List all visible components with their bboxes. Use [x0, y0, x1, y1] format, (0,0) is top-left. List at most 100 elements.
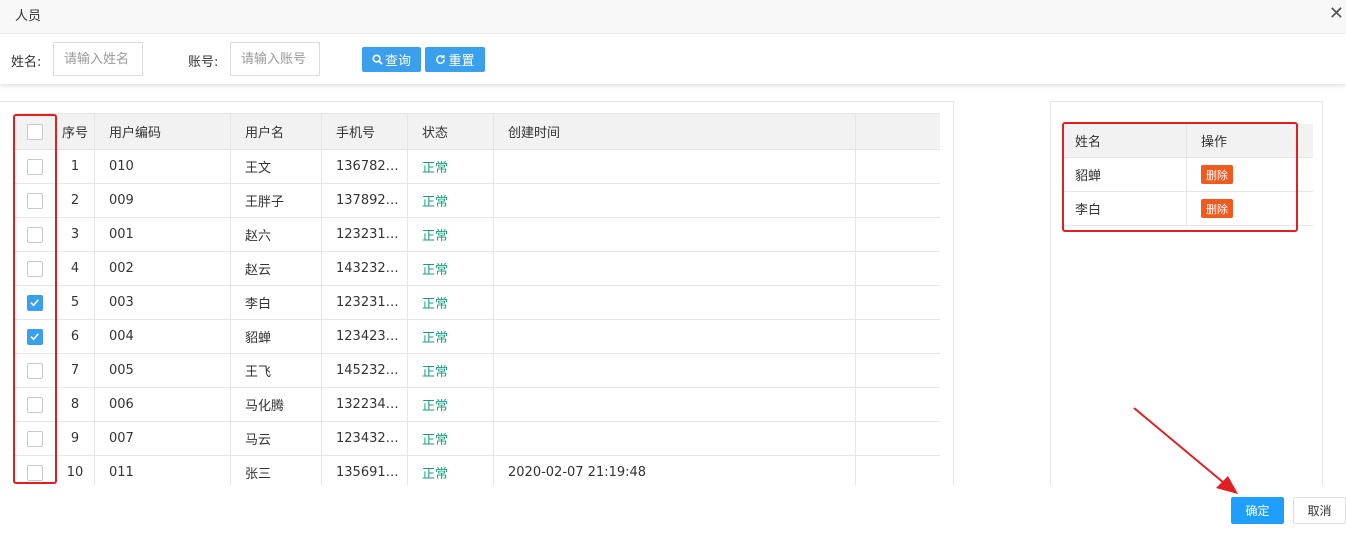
cell-username: 赵六 — [231, 218, 322, 251]
cell-filler — [856, 456, 940, 485]
cell-status: 正常 — [408, 354, 494, 387]
table-row[interactable]: 3 001 赵六 123231… 正常 — [14, 218, 940, 252]
confirm-button[interactable]: 确定 — [1231, 497, 1284, 524]
cell-created-time — [494, 218, 856, 251]
cell-filler — [856, 218, 940, 251]
row-checkbox[interactable] — [26, 396, 43, 413]
table-row[interactable]: 10 011 张三 135691… 正常 2020-02-07 21:19:48 — [14, 456, 940, 485]
cell-created-time — [494, 388, 856, 421]
cell-phone: 137892… — [322, 184, 408, 217]
cell-status: 正常 — [408, 184, 494, 217]
table-row[interactable]: 5 003 李白 123231… 正常 — [14, 286, 940, 320]
cell-user-code: 004 — [95, 320, 231, 353]
cancel-button[interactable]: 取消 — [1293, 497, 1346, 524]
cell-username: 马化腾 — [231, 388, 322, 421]
query-button-label: 查询 — [384, 54, 411, 69]
row-select-cell — [14, 422, 56, 455]
selected-table-header: 姓名 操作 — [1064, 124, 1313, 158]
cell-created-time — [494, 184, 856, 217]
cell-index: 7 — [56, 354, 95, 387]
row-checkbox[interactable] — [26, 192, 43, 209]
table-row[interactable]: 7 005 王飞 145232… 正常 — [14, 354, 940, 388]
cell-created-time — [494, 354, 856, 387]
cell-status: 正常 — [408, 218, 494, 251]
row-select-cell — [14, 456, 56, 485]
row-checkbox[interactable] — [26, 158, 43, 175]
cell-status: 正常 — [408, 320, 494, 353]
table-row[interactable]: 1 010 王文 136782… 正常 — [14, 150, 940, 184]
cell-index: 1 — [56, 150, 95, 183]
cell-filler — [856, 150, 940, 183]
column-header-created: 创建时间 — [494, 114, 856, 149]
row-select-cell — [14, 218, 56, 251]
cell-phone: 123423… — [322, 320, 408, 353]
row-checkbox[interactable] — [26, 294, 43, 311]
query-button[interactable]: 查询 — [362, 47, 421, 72]
cell-created-time — [494, 320, 856, 353]
table-row[interactable]: 6 004 貂蝉 123423… 正常 — [14, 320, 940, 354]
cell-status: 正常 — [408, 252, 494, 285]
cell-status: 正常 — [408, 150, 494, 183]
selected-action-cell: 删除 — [1187, 192, 1313, 225]
row-checkbox[interactable] — [26, 260, 43, 277]
cell-index: 6 — [56, 320, 95, 353]
row-checkbox[interactable] — [26, 226, 43, 243]
cell-created-time — [494, 252, 856, 285]
cell-username: 貂蝉 — [231, 320, 322, 353]
cell-index: 8 — [56, 388, 95, 421]
table-row[interactable]: 8 006 马化腾 132234… 正常 — [14, 388, 940, 422]
row-checkbox[interactable] — [26, 362, 43, 379]
reset-button-label: 重置 — [448, 54, 475, 69]
close-icon[interactable]: ✕ — [1329, 4, 1344, 24]
cell-phone: 136782… — [322, 150, 408, 183]
cell-user-code: 009 — [95, 184, 231, 217]
cell-phone: 123432… — [322, 422, 408, 455]
row-checkbox[interactable] — [26, 464, 43, 481]
user-list-panel: 序号 用户编码 用户名 手机号 状态 创建时间 1 010 王文 136782… 正常 2… — [0, 101, 954, 485]
cell-status: 正常 — [408, 388, 494, 421]
cell-filler — [856, 252, 940, 285]
row-select-cell — [14, 320, 56, 353]
column-header-phone: 手机号 — [322, 114, 408, 149]
cell-phone: 132234… — [322, 388, 408, 421]
cell-created-time — [494, 150, 856, 183]
cell-filler — [856, 184, 940, 217]
cell-index: 9 — [56, 422, 95, 455]
row-checkbox[interactable] — [26, 430, 43, 447]
cell-username: 马云 — [231, 422, 322, 455]
cell-user-code: 002 — [95, 252, 231, 285]
row-checkbox[interactable] — [26, 328, 43, 345]
table-row[interactable]: 9 007 马云 123432… 正常 — [14, 422, 940, 456]
reset-button[interactable]: 重置 — [425, 47, 485, 72]
search-icon — [372, 54, 383, 65]
checkmark-icon — [30, 333, 39, 341]
cell-filler — [856, 388, 940, 421]
account-search-input[interactable] — [230, 42, 320, 76]
cell-phone: 145232… — [322, 354, 408, 387]
delete-button[interactable]: 删除 — [1201, 199, 1233, 218]
selected-row: 李白 删除 — [1064, 192, 1313, 226]
row-select-cell — [14, 286, 56, 319]
cell-user-code: 011 — [95, 456, 231, 485]
cell-user-code: 006 — [95, 388, 231, 421]
column-header-filler — [856, 114, 940, 149]
cell-user-code: 001 — [95, 218, 231, 251]
select-all-checkbox[interactable] — [26, 123, 43, 140]
table-row[interactable]: 4 002 赵云 143232… 正常 — [14, 252, 940, 286]
cell-filler — [856, 320, 940, 353]
cell-index: 3 — [56, 218, 95, 251]
name-search-input[interactable] — [53, 42, 143, 76]
cell-user-code: 010 — [95, 150, 231, 183]
delete-button[interactable]: 删除 — [1201, 165, 1233, 184]
row-select-cell — [14, 354, 56, 387]
column-header-username: 用户名 — [231, 114, 322, 149]
selected-users-panel: 姓名 操作 貂蝉 删除 李白 删除 — [1050, 101, 1323, 485]
selected-name: 貂蝉 — [1064, 158, 1187, 191]
header-select-all-cell — [14, 114, 56, 149]
table-row[interactable]: 2 009 王胖子 137892… 正常 — [14, 184, 940, 218]
refresh-icon — [436, 55, 446, 64]
cell-filler — [856, 422, 940, 455]
column-header-index: 序号 — [56, 114, 95, 149]
selected-name: 李白 — [1064, 192, 1187, 225]
cell-created-time — [494, 422, 856, 455]
